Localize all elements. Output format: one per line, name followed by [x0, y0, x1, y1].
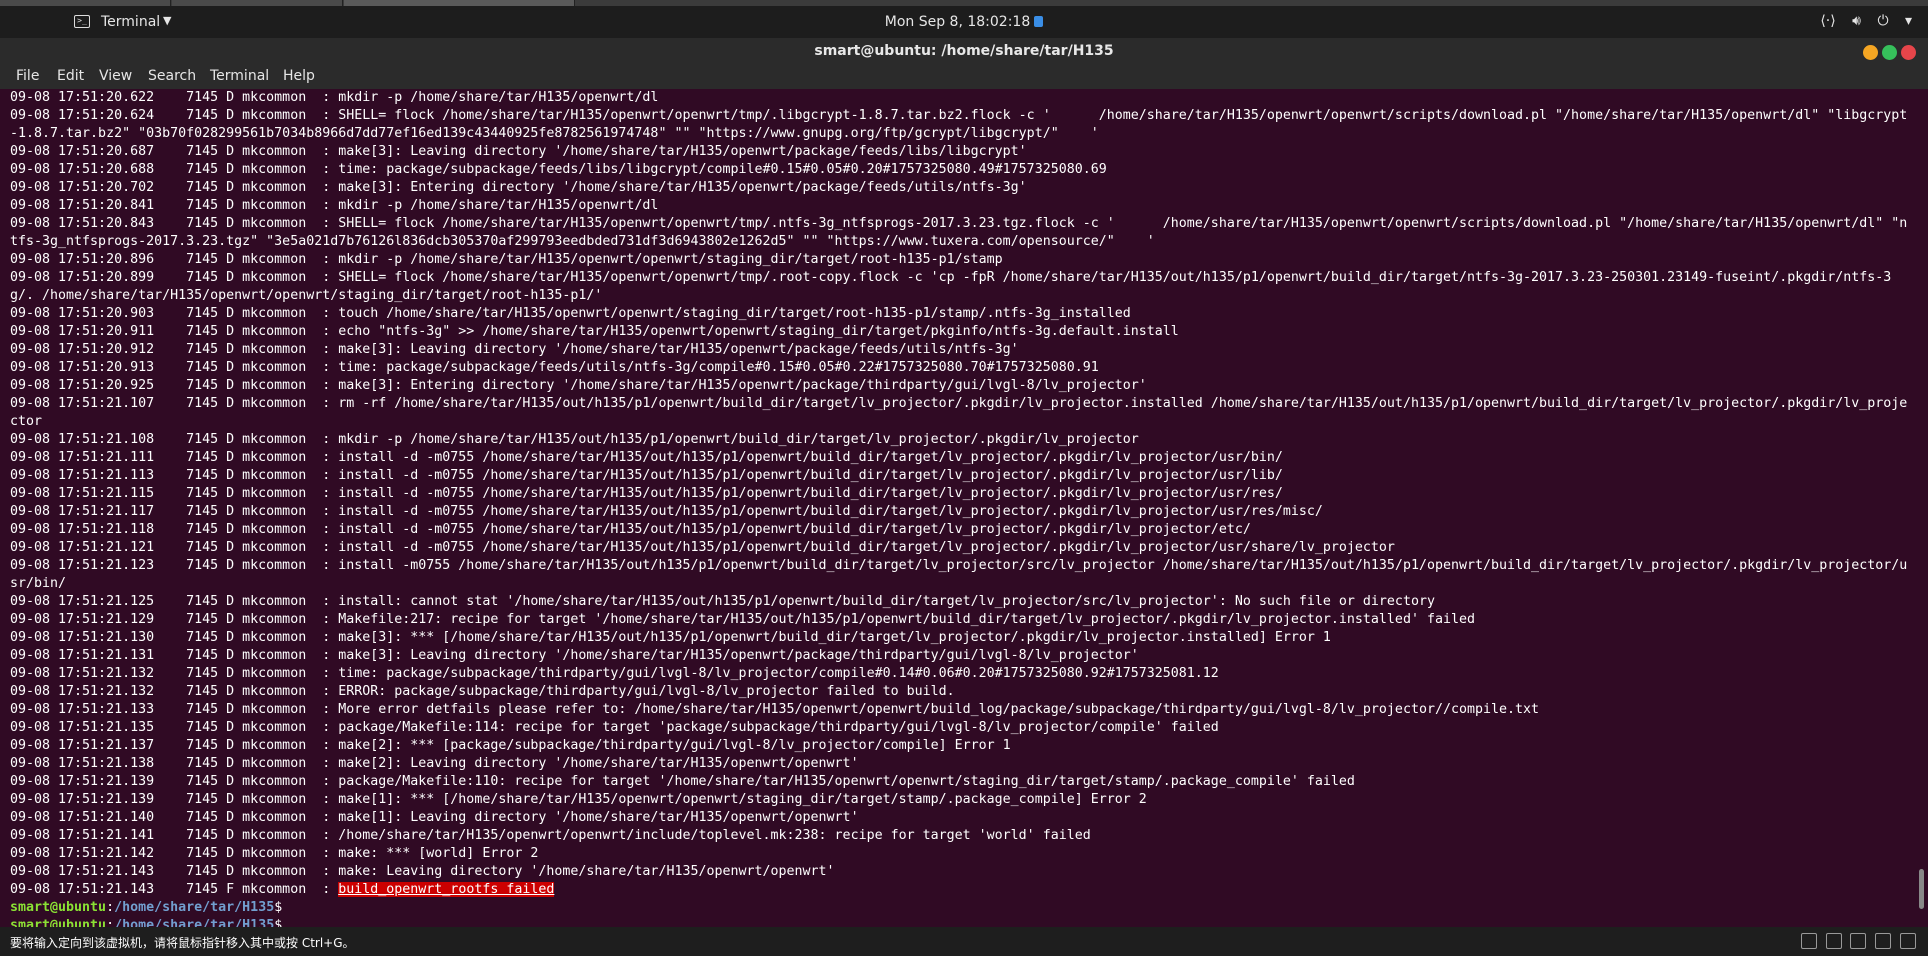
terminal-line: 09-08 17:51:21.130 7145 D mkcommon : mak… [10, 630, 1331, 645]
chevron-down-icon[interactable]: ▼ [163, 14, 171, 27]
terminal-line: 09-08 17:51:21.108 7145 D mkcommon : mkd… [10, 432, 1139, 447]
terminal-line: 09-08 17:51:21.132 7145 D mkcommon : ERR… [10, 684, 955, 699]
prompt-path: /home/share/tar/H135 [114, 918, 275, 927]
shell-prompt: smart@ubuntu:/home/share/tar/H135$ [10, 917, 1910, 927]
fatal-prefix: 09-08 17:51:21.143 7145 F mkcommon : [10, 882, 339, 897]
minimize-button[interactable] [1863, 45, 1878, 60]
device-icon[interactable] [1825, 933, 1842, 949]
terminal-line: 09-08 17:51:21.137 7145 D mkcommon : mak… [10, 738, 1011, 753]
network-icon[interactable]: ⟨·⟩ [1820, 13, 1835, 29]
terminal-line: 09-08 17:51:21.139 7145 D mkcommon : mak… [10, 792, 1147, 807]
terminal-line: 09-08 17:51:21.118 7145 D mkcommon : ins… [10, 522, 1251, 537]
terminal-line: 09-08 17:51:20.688 7145 D mkcommon : tim… [10, 162, 1107, 177]
prompt-symbol: $ [274, 918, 283, 927]
terminal-line: 09-08 17:51:20.925 7145 D mkcommon : mak… [10, 378, 1147, 393]
ubuntu-top-bar: >_ Terminal ▼ Mon Sep 8, 18:02:18 ⟨·⟩ 🔊︎… [0, 6, 1928, 38]
prompt-sep: : [106, 900, 115, 915]
shell-prompt: smart@ubuntu:/home/share/tar/H135$ [10, 899, 1910, 917]
window-title: smart@ubuntu: /home/share/tar/H135 [814, 43, 1114, 59]
device-icon[interactable] [1875, 933, 1892, 949]
lock-icon [1034, 16, 1044, 27]
terminal-line: 09-08 17:51:20.911 7145 D mkcommon : ech… [10, 324, 1179, 339]
terminal-line: 09-08 17:51:21.132 7145 D mkcommon : tim… [10, 666, 1219, 681]
terminal-line: 09-08 17:51:20.913 7145 D mkcommon : tim… [10, 360, 1099, 375]
terminal-app-icon: >_ [74, 15, 90, 28]
terminal-line: 09-08 17:51:20.702 7145 D mkcommon : mak… [10, 180, 1027, 195]
terminal-line: 09-08 17:51:21.142 7145 D mkcommon : mak… [10, 846, 539, 861]
terminal-line: 09-08 17:51:21.139 7145 D mkcommon : pac… [10, 774, 1355, 789]
terminal-line: 09-08 17:51:21.141 7145 D mkcommon : /ho… [10, 828, 1091, 843]
terminal-line: 09-08 17:51:21.143 7145 D mkcommon : mak… [10, 864, 835, 879]
error-highlight: build_openwrt_rootfs failed [338, 882, 555, 897]
terminal-line: 09-08 17:51:21.121 7145 D mkcommon : ins… [10, 540, 1395, 555]
terminal-line: 09-08 17:51:20.903 7145 D mkcommon : tou… [10, 306, 1131, 321]
terminal-line: 09-08 17:51:20.899 7145 D mkcommon : SHE… [10, 270, 1892, 303]
terminal-line: 09-08 17:51:21.133 7145 D mkcommon : Mor… [10, 702, 1540, 717]
menu-terminal[interactable]: Terminal [210, 68, 269, 84]
device-icon[interactable] [1850, 933, 1867, 949]
terminal-line: 09-08 17:51:20.687 7145 D mkcommon : mak… [10, 144, 1027, 159]
prompt-path: /home/share/tar/H135 [114, 900, 275, 915]
volume-icon[interactable]: 🔊︎ [1852, 13, 1861, 29]
prompt-user: smart@ubuntu [10, 900, 107, 915]
terminal-line: 09-08 17:51:21.115 7145 D mkcommon : ins… [10, 486, 1283, 501]
prompt-sep: : [106, 918, 115, 927]
terminal-line: 09-08 17:51:20.624 7145 D mkcommon : SHE… [10, 108, 1908, 141]
terminal-line-fatal: 09-08 17:51:21.143 7145 F mkcommon : bui… [10, 881, 1910, 899]
device-icon[interactable] [1800, 933, 1817, 949]
menu-bar: File Edit View Search Terminal Help [0, 66, 1928, 89]
menu-view[interactable]: View [99, 68, 132, 84]
terminal-line: 09-08 17:51:21.138 7145 D mkcommon : mak… [10, 756, 859, 771]
chevron-down-icon[interactable]: ▾ [1905, 13, 1912, 29]
app-menu-label[interactable]: Terminal [101, 14, 160, 30]
terminal-line: 09-08 17:51:21.113 7145 D mkcommon : ins… [10, 468, 1283, 483]
scrollbar-thumb[interactable] [1919, 869, 1924, 909]
terminal-lines: 09-08 17:51:20.622 7145 D mkcommon : mkd… [10, 89, 1910, 927]
menu-help[interactable]: Help [283, 68, 315, 84]
terminal-line: 09-08 17:51:21.125 7145 D mkcommon : ins… [10, 594, 1435, 609]
terminal-line: 09-08 17:51:21.129 7145 D mkcommon : Mak… [10, 612, 1475, 627]
clock[interactable]: Mon Sep 8, 18:02:18 [885, 14, 1031, 30]
close-button[interactable] [1901, 45, 1916, 60]
terminal-line: 09-08 17:51:20.622 7145 D mkcommon : mkd… [10, 90, 659, 105]
terminal-line: 09-08 17:51:21.107 7145 D mkcommon : rm … [10, 396, 1908, 429]
terminal-output[interactable]: 09-08 17:51:20.622 7145 D mkcommon : mkd… [0, 89, 1928, 927]
menu-edit[interactable]: Edit [57, 68, 84, 84]
power-icon[interactable]: ⏻ [1877, 13, 1888, 29]
terminal-line: 09-08 17:51:20.843 7145 D mkcommon : SHE… [10, 216, 1908, 249]
terminal-line: 09-08 17:51:21.117 7145 D mkcommon : ins… [10, 504, 1323, 519]
menu-file[interactable]: File [16, 68, 39, 84]
terminal-line: 09-08 17:51:21.123 7145 D mkcommon : ins… [10, 558, 1908, 591]
device-icon[interactable] [1900, 933, 1916, 949]
vm-status-bar: 要将输入定向到该虚拟机，请将鼠标指针移入其中或按 Ctrl+G。 [0, 927, 1928, 956]
menu-search[interactable]: Search [148, 68, 196, 84]
status-message: 要将输入定向到该虚拟机，请将鼠标指针移入其中或按 Ctrl+G。 [10, 936, 355, 950]
prompt-symbol: $ [274, 900, 283, 915]
maximize-button[interactable] [1882, 45, 1897, 60]
terminal-line: 09-08 17:51:21.140 7145 D mkcommon : mak… [10, 810, 859, 825]
terminal-line: 09-08 17:51:20.841 7145 D mkcommon : mkd… [10, 198, 659, 213]
terminal-line: 09-08 17:51:20.912 7145 D mkcommon : mak… [10, 342, 1019, 357]
terminal-line: 09-08 17:51:20.896 7145 D mkcommon : mkd… [10, 252, 1003, 267]
terminal-line: 09-08 17:51:21.135 7145 D mkcommon : pac… [10, 720, 1219, 735]
window-title-bar[interactable]: smart@ubuntu: /home/share/tar/H135 [0, 38, 1928, 66]
system-tray[interactable]: ⟨·⟩ 🔊︎ ⏻ ▾ [1808, 13, 1912, 29]
prompt-user: smart@ubuntu [10, 918, 107, 927]
terminal-line: 09-08 17:51:21.131 7145 D mkcommon : mak… [10, 648, 1139, 663]
terminal-line: 09-08 17:51:21.111 7145 D mkcommon : ins… [10, 450, 1283, 465]
